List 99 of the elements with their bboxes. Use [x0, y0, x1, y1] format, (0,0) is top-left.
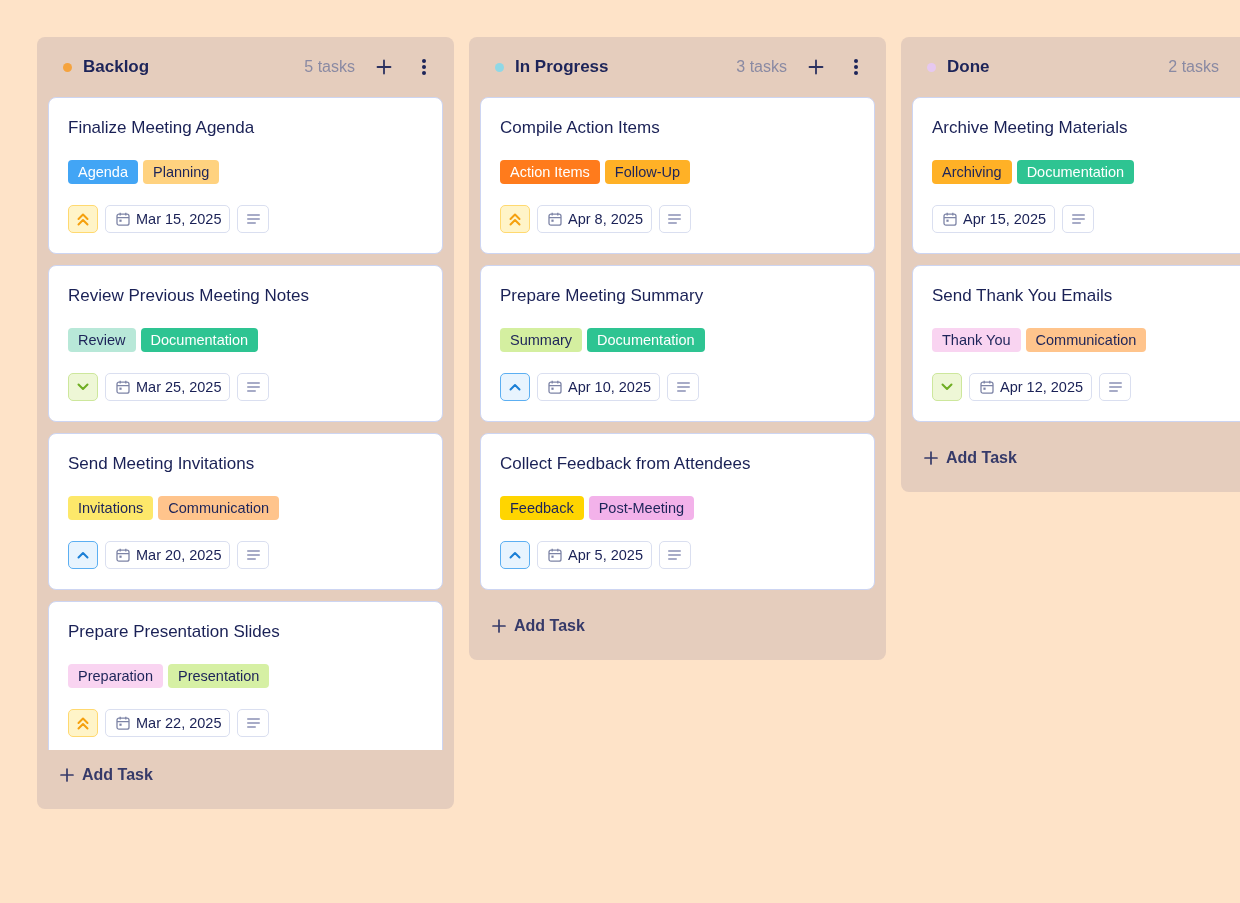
text-lines-icon: [1108, 382, 1122, 392]
due-date-button[interactable]: Apr 10, 2025: [537, 373, 661, 401]
priority-button[interactable]: [68, 541, 98, 569]
text-lines-icon: [246, 718, 260, 728]
column-title: Done: [947, 57, 990, 77]
chevron-down-icon: [77, 383, 89, 391]
calendar-icon: [943, 212, 957, 226]
card-title: Prepare Presentation Slides: [68, 621, 281, 643]
tag: Communication: [158, 496, 280, 520]
text-lines-icon: [246, 382, 260, 392]
tag: Preparation: [68, 664, 163, 688]
task-card[interactable]: Finalize Meeting Agenda Agenda Planning Mar 15, 2025: [48, 97, 443, 254]
notes-button[interactable]: [237, 709, 270, 737]
notes-button[interactable]: [1099, 373, 1132, 401]
plus-icon: [376, 59, 392, 75]
task-count: 3 tasks: [736, 57, 787, 77]
calendar-icon: [548, 548, 562, 562]
tag: Archiving: [932, 160, 1012, 184]
text-lines-icon: [1071, 214, 1085, 224]
tag: Thank You: [932, 328, 1021, 352]
card-title: Finalize Meeting Agenda: [68, 117, 256, 139]
tag: Agenda: [68, 160, 138, 184]
task-count: 5 tasks: [304, 57, 355, 77]
notes-button[interactable]: [659, 541, 691, 569]
double-chevron-up-icon: [509, 212, 521, 226]
card-title: Archive Meeting Materials: [932, 117, 1129, 139]
tag: Summary: [500, 328, 583, 352]
chevron-up-icon: [509, 551, 521, 559]
calendar-icon: [548, 212, 562, 226]
calendar-icon: [980, 380, 994, 394]
column-title: Backlog: [83, 57, 150, 77]
text-lines-icon: [246, 214, 260, 224]
tag: Communication: [1025, 328, 1147, 352]
due-date-button[interactable]: Mar 20, 2025: [105, 541, 231, 569]
tag: Planning: [143, 160, 220, 184]
tag: Documentation: [140, 328, 259, 352]
tag: Documentation: [1016, 160, 1135, 184]
add-task-button[interactable]: Add Task: [492, 616, 585, 636]
calendar-icon: [116, 380, 130, 394]
task-card[interactable]: Prepare Presentation Slides Preparation Presentation Mar 22, 2025: [48, 601, 443, 750]
column-title: In Progress: [515, 57, 609, 77]
card-title: Compile Action Items: [500, 117, 661, 139]
double-chevron-up-icon: [77, 212, 89, 226]
due-date-button[interactable]: Mar 22, 2025: [105, 709, 231, 737]
calendar-icon: [116, 716, 130, 730]
chevron-down-icon: [941, 383, 953, 391]
due-date-button[interactable]: Apr 15, 2025: [932, 205, 1056, 233]
tag: Invitations: [68, 496, 154, 520]
task-card[interactable]: Archive Meeting Materials Archiving Documentation Apr 15, 2025: [912, 97, 1240, 254]
tag: Follow-Up: [604, 160, 691, 184]
priority-button[interactable]: [500, 541, 530, 569]
text-lines-icon: [246, 550, 260, 560]
card-title: Review Previous Meeting Notes: [68, 285, 310, 307]
task-card[interactable]: Prepare Meeting Summary Summary Documentation Apr 10, 2025: [480, 265, 875, 422]
task-card[interactable]: Send Meeting Invitations Invitations Communication Mar 20, 2025: [48, 433, 443, 590]
plus-icon: [60, 768, 74, 782]
tag: Post-Meeting: [588, 496, 695, 520]
card-title: Send Meeting Invitations: [68, 453, 256, 475]
chevron-up-icon: [509, 383, 521, 391]
chevron-up-icon: [77, 551, 89, 559]
task-card[interactable]: Send Thank You Emails Thank You Communication Apr 12, 2025: [912, 265, 1240, 422]
notes-button[interactable]: [659, 205, 691, 233]
add-task-button[interactable]: Add Task: [924, 448, 1017, 468]
text-lines-icon: [668, 214, 682, 224]
vertical-dots-icon: [422, 59, 426, 75]
tag: Review: [68, 328, 136, 352]
due-date-button[interactable]: Apr 8, 2025: [537, 205, 652, 233]
notes-button[interactable]: [667, 373, 700, 401]
notes-button[interactable]: [237, 373, 270, 401]
plus-icon: [808, 59, 824, 75]
vertical-dots-icon: [854, 59, 858, 75]
priority-button[interactable]: [500, 373, 530, 401]
card-title: Prepare Meeting Summary: [500, 285, 705, 307]
add-task-button[interactable]: Add Task: [60, 765, 153, 785]
due-date-button[interactable]: Mar 25, 2025: [105, 373, 231, 401]
calendar-icon: [116, 212, 130, 226]
task-card[interactable]: Review Previous Meeting Notes Review Documentation Mar 25, 2025: [48, 265, 443, 422]
task-card[interactable]: Collect Feedback from Attendees Feedback Post-Meeting Apr 5, 2025: [480, 433, 875, 590]
task-card[interactable]: Compile Action Items Action Items Follow-Up Apr 8, 2025: [480, 97, 875, 254]
due-date-button[interactable]: Mar 15, 2025: [105, 205, 231, 233]
text-lines-icon: [676, 382, 690, 392]
notes-button[interactable]: [237, 205, 270, 233]
double-chevron-up-icon: [77, 716, 89, 730]
notes-button[interactable]: [237, 541, 270, 569]
due-date-button[interactable]: Apr 5, 2025: [537, 541, 652, 569]
calendar-icon: [116, 548, 130, 562]
plus-icon: [924, 451, 938, 465]
card-title: Send Thank You Emails: [932, 285, 1114, 307]
plus-icon: [492, 619, 506, 633]
task-count: 2 tasks: [1168, 57, 1219, 77]
notes-button[interactable]: [1062, 205, 1095, 233]
tag: Documentation: [587, 328, 705, 352]
tag: Feedback: [500, 496, 584, 520]
tag: Action Items: [500, 160, 600, 184]
text-lines-icon: [668, 550, 682, 560]
due-date-button[interactable]: Apr 12, 2025: [969, 373, 1093, 401]
tag: Presentation: [167, 664, 270, 688]
calendar-icon: [548, 380, 562, 394]
card-title: Collect Feedback from Attendees: [500, 453, 752, 475]
